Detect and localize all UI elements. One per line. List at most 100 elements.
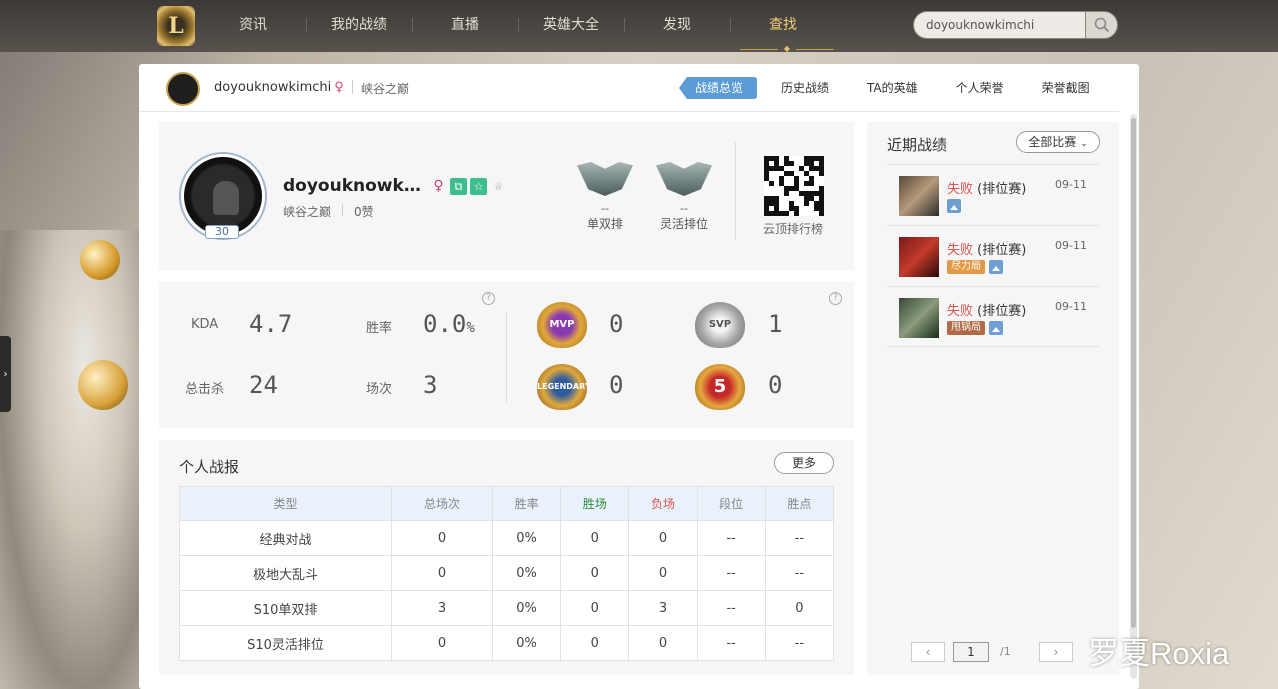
side-expand-tab[interactable]: › bbox=[0, 336, 11, 412]
rank-flex[interactable]: -- 灵活排位 bbox=[652, 162, 716, 232]
kills-value: 24 bbox=[249, 371, 278, 399]
help-icon[interactable]: ? bbox=[482, 292, 495, 305]
legendary-badge-icon: LEGENDARY bbox=[537, 364, 591, 410]
lol-logo-icon[interactable]: L bbox=[157, 6, 195, 46]
match-item[interactable]: 失败 (排位赛) 09-11 尽力局 bbox=[887, 225, 1099, 286]
tab-history[interactable]: 历史战绩 bbox=[767, 77, 843, 99]
qr-cell bbox=[789, 161, 794, 166]
report-title: 个人战报 bbox=[179, 458, 240, 476]
image-icon[interactable] bbox=[947, 199, 961, 213]
qr-cell bbox=[819, 211, 824, 216]
qr-cell bbox=[784, 191, 789, 196]
col-total: 总场次 bbox=[391, 486, 493, 521]
page-current[interactable]: 1 bbox=[953, 642, 989, 662]
search-input[interactable]: doyouknowkimchi bbox=[913, 11, 1085, 39]
table-cell: S10灵活排位 bbox=[178, 625, 393, 661]
nav-active-indicator: ◆ bbox=[740, 45, 834, 53]
table-cell: 0% bbox=[491, 590, 562, 626]
match-item[interactable]: 失败 (排位赛) 09-11 甩锅局 bbox=[887, 286, 1099, 347]
qr-cell bbox=[769, 181, 774, 186]
table-cell: 0 bbox=[628, 625, 698, 661]
mvp-badge-icon: MVP bbox=[537, 302, 587, 348]
profile-likes: 0赞 bbox=[354, 205, 374, 219]
nav-item-search[interactable]: 查找 bbox=[730, 0, 836, 48]
player-name: doyouknowkimchi ♀ bbox=[214, 80, 344, 95]
level-badge: 30 bbox=[205, 225, 239, 239]
table-cell: 0 bbox=[391, 520, 493, 556]
col-losses: 负场 bbox=[628, 486, 698, 521]
table-row: 极地大乱斗 0 0% 0 0 -- -- bbox=[178, 555, 835, 591]
table-cell: -- bbox=[696, 590, 766, 626]
nav-item-discover[interactable]: 发现 bbox=[624, 0, 730, 48]
table-cell: -- bbox=[764, 520, 835, 556]
svp-count: 1 bbox=[768, 310, 783, 338]
next-page-button[interactable]: › bbox=[1039, 642, 1073, 662]
table-cell: 0 bbox=[391, 625, 493, 661]
pentakill-badge-icon: 5 bbox=[695, 364, 745, 410]
table-cell: 0 bbox=[391, 555, 493, 591]
games-label: 场次 bbox=[366, 382, 393, 397]
table-cell: -- bbox=[696, 625, 766, 661]
watermark: 罗夏Roxia bbox=[1088, 636, 1230, 671]
col-lp: 胜点 bbox=[764, 486, 835, 521]
nav-item-live[interactable]: 直播 bbox=[412, 0, 518, 48]
match-filter-dropdown[interactable]: 全部比赛 ⌄ bbox=[1016, 131, 1100, 153]
table-cell: 0 bbox=[764, 590, 835, 626]
legendary-count: 0 bbox=[609, 371, 624, 399]
table-cell: 0% bbox=[491, 625, 562, 661]
rank-emblem-icon bbox=[656, 162, 712, 196]
background-orb bbox=[80, 240, 120, 280]
recent-title: 近期战绩 bbox=[887, 136, 948, 154]
top-nav: L 资讯 我的战绩 直播 英雄大全 发现 查找 ◆ doyouknowkimch… bbox=[0, 0, 1278, 53]
match-date: 09-11 bbox=[1055, 300, 1087, 313]
match-item[interactable]: 失败 (排位赛) 09-11 bbox=[887, 164, 1099, 225]
background-statue bbox=[0, 230, 140, 689]
rank-flex-value: -- bbox=[680, 202, 688, 215]
table-header-row: 类型 总场次 胜率 胜场 负场 段位 胜点 bbox=[178, 486, 835, 521]
image-icon[interactable] bbox=[989, 321, 1003, 335]
nav-item-news[interactable]: 资讯 bbox=[200, 0, 306, 48]
table-cell: -- bbox=[696, 555, 766, 591]
tab-honors[interactable]: 个人荣誉 bbox=[942, 77, 1018, 99]
svp-badge-icon: SVP bbox=[695, 302, 745, 348]
rank-solo-label: 单双排 bbox=[586, 217, 623, 231]
more-button[interactable]: 更多 bbox=[774, 452, 834, 474]
match-tag: 尽力局 bbox=[947, 260, 985, 274]
kda-value: 4.7 bbox=[249, 310, 293, 338]
table-cell: 0% bbox=[491, 520, 562, 556]
tab-overview[interactable]: 战绩总览 bbox=[679, 77, 758, 99]
match-result: 失败 (排位赛) bbox=[947, 243, 1027, 258]
search-button[interactable] bbox=[1085, 11, 1118, 39]
rank-emblem-icon bbox=[577, 162, 633, 196]
qr-label[interactable]: 云顶排行榜 bbox=[763, 220, 823, 237]
scrollbar[interactable] bbox=[1130, 114, 1137, 679]
match-tags bbox=[947, 199, 961, 213]
server-name: 峡谷之巅 bbox=[361, 82, 410, 96]
nav-menu: 资讯 我的战绩 直播 英雄大全 发现 查找 bbox=[200, 0, 836, 48]
stats-card: KDA 4.7 胜率 0.0% ? 总击杀 24 场次 3 MVP 0 SVP … bbox=[159, 282, 854, 428]
profile-tabs: 战绩总览 历史战绩 TA的英雄 个人荣誉 荣誉截图 bbox=[679, 77, 1104, 99]
star-icon[interactable]: ☆ bbox=[470, 178, 487, 195]
player-subheader: doyouknowkimchi ♀ 峡谷之巅 战绩总览 历史战绩 TA的英雄 个人… bbox=[139, 64, 1119, 112]
profile-icons: ♀ ⧉ ☆ ♕ bbox=[430, 178, 507, 195]
profile-name: doyouknowki... bbox=[283, 176, 423, 196]
prev-page-button[interactable]: ‹ bbox=[911, 642, 945, 662]
copy-icon[interactable]: ⧉ bbox=[450, 178, 467, 195]
image-icon[interactable] bbox=[989, 260, 1003, 274]
rank-solo[interactable]: -- 单双排 bbox=[573, 162, 637, 232]
avatar[interactable] bbox=[166, 72, 200, 106]
qr-code-icon[interactable] bbox=[764, 156, 824, 216]
nav-item-champions[interactable]: 英雄大全 bbox=[518, 0, 624, 48]
winrate-label: 胜率 bbox=[366, 321, 393, 336]
nav-item-my-record[interactable]: 我的战绩 bbox=[306, 0, 412, 48]
divider bbox=[352, 80, 353, 94]
tab-screenshots[interactable]: 荣誉截图 bbox=[1028, 77, 1104, 99]
table-cell: 0 bbox=[560, 625, 630, 661]
divider bbox=[506, 312, 507, 402]
tab-champions[interactable]: TA的英雄 bbox=[853, 77, 932, 99]
table-cell: 极地大乱斗 bbox=[178, 555, 393, 591]
help-icon[interactable]: ? bbox=[829, 292, 842, 305]
table-cell: S10单双排 bbox=[178, 590, 393, 626]
col-tier: 段位 bbox=[696, 486, 766, 521]
col-winrate: 胜率 bbox=[491, 486, 562, 521]
